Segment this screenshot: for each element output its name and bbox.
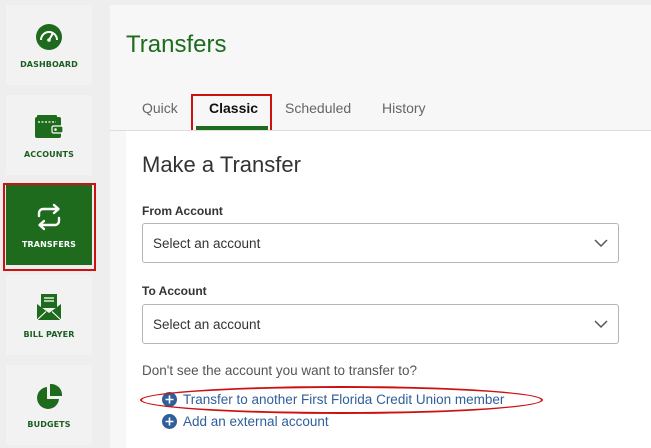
sidebar-item-label: BILL PAYER — [23, 330, 75, 339]
bill-envelope-icon — [33, 291, 65, 323]
wallet-icon — [33, 111, 65, 143]
chevron-down-icon — [594, 239, 608, 248]
sidebar-item-budgets[interactable]: BUDGETS — [6, 365, 92, 445]
tab-history[interactable]: History — [382, 100, 426, 116]
transfer-arrows-icon — [33, 201, 65, 233]
sidebar-item-accounts[interactable]: ACCOUNTS — [6, 95, 92, 175]
sidebar-item-label: TRANSFERS — [21, 240, 77, 249]
help-text: Don't see the account you want to transf… — [142, 363, 417, 378]
plus-circle-icon — [162, 414, 177, 429]
transfer-to-member-link-label: Transfer to another First Florida Credit… — [183, 392, 505, 407]
transfer-to-member-link[interactable]: Transfer to another First Florida Credit… — [162, 392, 504, 407]
section-title: Make a Transfer — [142, 152, 301, 177]
sidebar-item-transfers[interactable]: TRANSFERS — [6, 185, 92, 265]
chevron-down-icon — [594, 320, 608, 329]
tab-quick[interactable]: Quick — [142, 100, 178, 116]
speedometer-icon — [33, 21, 65, 53]
pie-chart-icon — [33, 381, 65, 413]
add-external-account-link-label: Add an external account — [183, 414, 329, 429]
to-account-label: To Account — [142, 284, 207, 298]
tab-classic[interactable]: Classic — [209, 100, 258, 116]
from-account-label: From Account — [142, 204, 223, 218]
add-external-account-link[interactable]: Add an external account — [162, 414, 329, 429]
sidebar-item-bill-payer[interactable]: BILL PAYER — [6, 275, 92, 355]
page-title: Transfers — [126, 31, 227, 58]
sidebar-item-dashboard[interactable]: DASHBOARD — [6, 5, 92, 85]
from-account-value: Select an account — [153, 235, 261, 251]
tab-scheduled[interactable]: Scheduled — [285, 100, 351, 116]
sidebar-item-label: BUDGETS — [27, 420, 71, 429]
to-account-value: Select an account — [153, 316, 261, 332]
to-account-select[interactable]: Select an account — [142, 304, 619, 344]
plus-circle-icon — [162, 392, 177, 407]
sidebar-item-label: DASHBOARD — [20, 60, 78, 69]
sidebar-item-label: ACCOUNTS — [24, 150, 74, 159]
from-account-select[interactable]: Select an account — [142, 223, 619, 263]
